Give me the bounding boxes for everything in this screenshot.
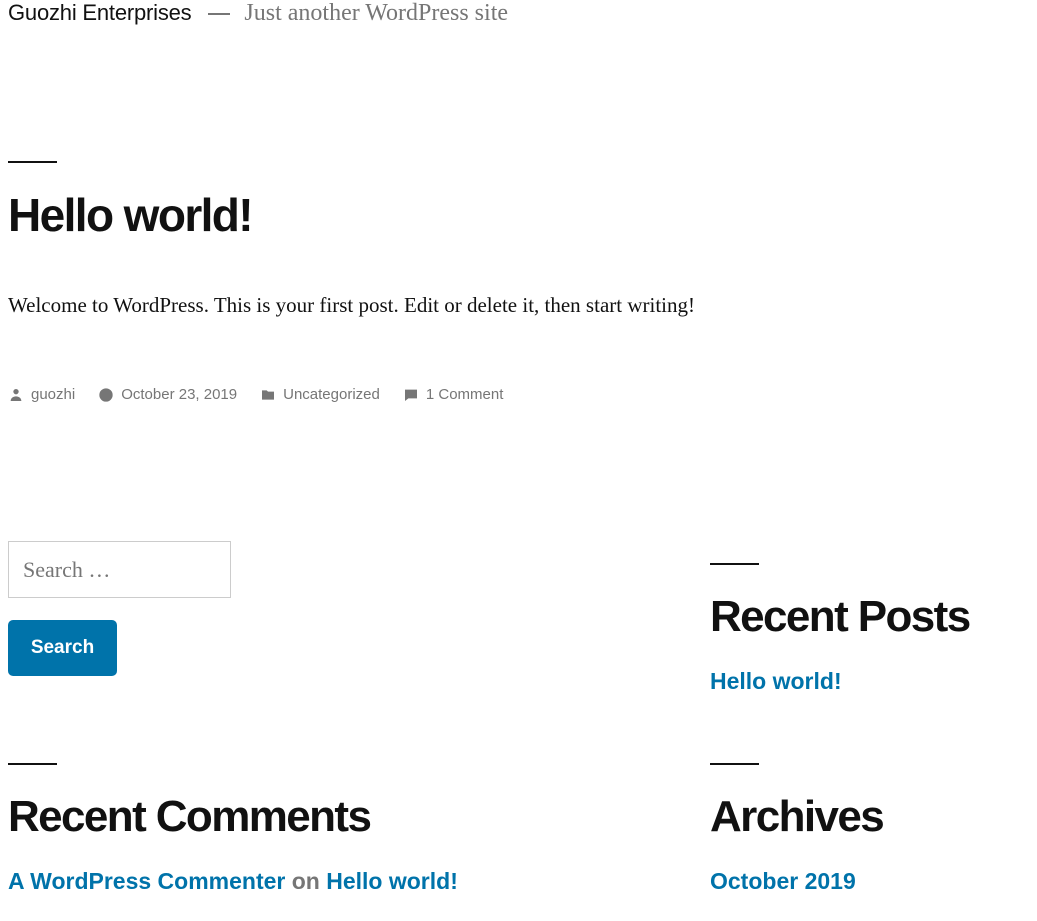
archives-rule	[710, 763, 759, 765]
post-date: October 23, 2019	[98, 386, 237, 403]
comment-icon	[404, 389, 417, 401]
entry-title-rule	[8, 161, 57, 163]
search-button[interactable]: Search	[8, 620, 117, 676]
site-description: Just another WordPress site	[244, 0, 509, 26]
comment-post-link[interactable]: Hello world!	[326, 868, 458, 894]
search-input[interactable]	[8, 541, 231, 598]
title-separator	[207, 13, 230, 15]
category-link[interactable]: Uncategorized	[283, 386, 380, 403]
recent-post-link[interactable]: Hello world!	[710, 668, 842, 695]
post-title[interactable]: Hello world!	[8, 188, 254, 242]
recent-comments-rule	[8, 763, 57, 765]
post-category: Uncategorized	[260, 386, 380, 403]
recent-comment-item: A WordPress Commenter on Hello world!	[8, 868, 458, 895]
clock-icon	[99, 387, 113, 402]
post-title-link[interactable]: Hello world!	[8, 189, 254, 241]
post-comments: 1 Comment	[403, 386, 504, 403]
folder-icon	[262, 389, 275, 400]
date-link[interactable]: October 23, 2019	[121, 386, 237, 403]
recent-comments-title: Recent Comments	[8, 792, 372, 841]
comments-link[interactable]: 1 Comment	[426, 386, 504, 403]
post-meta: guozhi October 23, 2019 Uncategorized 1 …	[8, 386, 526, 403]
post-content: Welcome to WordPress. This is your first…	[8, 293, 695, 317]
post-author: guozhi	[8, 386, 75, 403]
recent-posts-title: Recent Posts	[710, 592, 971, 641]
comment-connector: on	[291, 868, 320, 894]
author-link[interactable]: guozhi	[31, 386, 75, 403]
archive-link[interactable]: October 2019	[710, 868, 856, 895]
comment-author-link[interactable]: A WordPress Commenter	[8, 868, 285, 894]
site-title-link[interactable]: Guozhi Enterprises	[8, 0, 192, 25]
person-icon	[10, 388, 22, 401]
recent-posts-rule	[710, 563, 759, 565]
archives-title: Archives	[710, 792, 885, 841]
site-branding: Guozhi Enterprises Just another WordPres…	[8, 0, 508, 27]
